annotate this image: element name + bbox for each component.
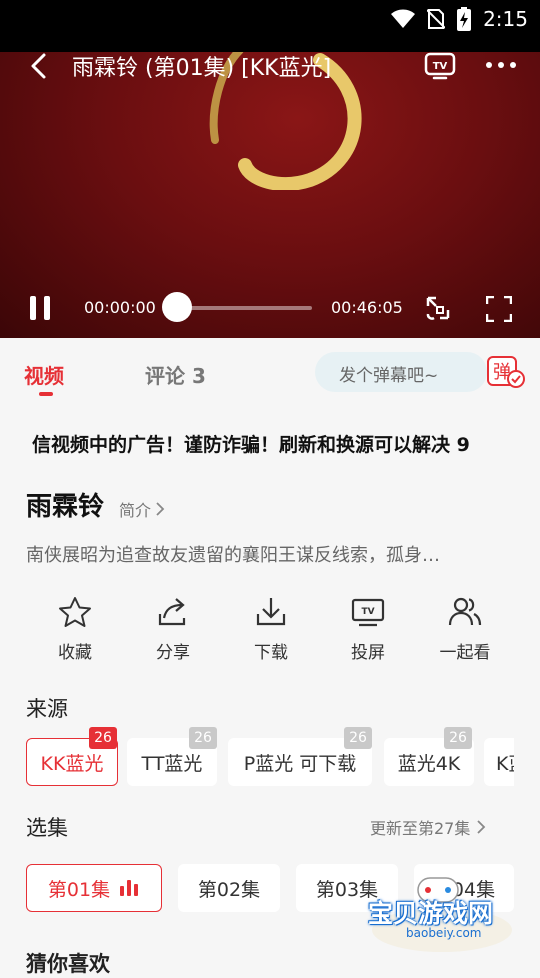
recommend-heading: 猜你喜欢 — [26, 952, 110, 976]
chevron-right-icon — [156, 502, 165, 516]
intro-label: 简介 — [119, 501, 152, 520]
current-time: 00:00:00 — [84, 298, 156, 317]
download-icon — [256, 598, 286, 626]
watch-together-button[interactable]: 一起看 — [420, 596, 510, 663]
action-bar: 收藏 分享 下载 TV 投屏 一起看 — [0, 596, 540, 666]
playing-indicator-icon — [120, 880, 140, 896]
content-tabs: 视频 评论 3 发个弹幕吧~ 弹 — [0, 338, 540, 408]
battery-charging-icon — [457, 7, 472, 31]
share-label: 分享 — [156, 643, 190, 663]
status-time: 2:15 — [483, 7, 528, 31]
tab-active-indicator — [39, 392, 53, 396]
progress-knob[interactable] — [162, 292, 192, 322]
download-button[interactable]: 下载 — [226, 596, 316, 663]
video-player[interactable]: 2:15 雨霖铃 (第01集) [KK蓝光] TV 00:00:00 00:46… — [0, 0, 540, 338]
progress-track[interactable] — [176, 306, 312, 310]
player-controls: 00:00:00 00:46:05 — [0, 286, 540, 330]
source-chip-k[interactable]: K蓝 — [484, 738, 514, 786]
pause-bar-left — [30, 296, 36, 320]
cast-label: 投屏 — [351, 643, 385, 663]
episode-chip[interactable]: 第02集 — [178, 864, 280, 912]
episode-chip[interactable]: 第01集 — [26, 864, 162, 912]
intro-link[interactable]: 简介 — [119, 497, 165, 521]
switch-source-icon[interactable] — [424, 294, 452, 322]
watermark-text: 宝贝游戏网 — [368, 899, 494, 928]
download-label: 下载 — [254, 643, 288, 663]
favorite-button[interactable]: 收藏 — [30, 596, 120, 663]
source-count-badge: 26 — [344, 727, 372, 749]
pause-button[interactable] — [28, 296, 54, 320]
more-options-icon[interactable] — [484, 60, 518, 70]
wifi-icon — [391, 9, 416, 28]
source-count-badge: 26 — [444, 727, 472, 749]
star-icon — [59, 597, 91, 627]
svg-text:TV: TV — [361, 607, 374, 617]
tab-comments[interactable]: 评论 3 — [145, 360, 206, 389]
show-title: 雨霖铃 — [26, 492, 105, 522]
source-name: 蓝光4K — [397, 752, 461, 775]
tab-video[interactable]: 视频 — [24, 360, 64, 389]
source-name: K蓝 — [496, 752, 514, 775]
share-button[interactable]: 分享 — [128, 596, 218, 663]
back-arrow-icon[interactable] — [26, 52, 52, 80]
watch-together-label: 一起看 — [439, 643, 491, 663]
notice-marquee: 信视频中的广告！谨防诈骗！刷新和换源可以解决 9 — [32, 434, 470, 456]
update-info-link[interactable]: 更新至第27集 — [370, 815, 486, 839]
fullscreen-icon[interactable] — [486, 296, 512, 322]
watermark-url: baobeiy.com — [406, 926, 482, 940]
svg-text:TV: TV — [433, 61, 448, 72]
total-duration: 00:46:05 — [331, 298, 403, 317]
episodes-heading: 选集 — [26, 816, 68, 840]
danmu-input[interactable]: 发个弹幕吧~ — [315, 352, 487, 392]
tv-cast-icon: TV — [351, 598, 385, 627]
source-count-badge: 26 — [189, 727, 217, 749]
favorite-label: 收藏 — [58, 643, 92, 663]
player-top-bar: 雨霖铃 (第01集) [KK蓝光] TV — [0, 40, 540, 92]
cast-tv-icon[interactable]: TV — [424, 52, 456, 80]
pause-bar-right — [44, 296, 50, 320]
source-name: P蓝光 可下载 — [243, 752, 357, 775]
danmu-toggle-icon[interactable]: 弹 — [486, 355, 526, 389]
users-icon — [448, 597, 482, 626]
source-name: KK蓝光 — [40, 752, 104, 775]
update-text: 更新至第27集 — [370, 819, 471, 838]
video-title: 雨霖铃 (第01集) [KK蓝光] — [72, 56, 332, 81]
no-sim-icon — [427, 9, 446, 29]
cast-button[interactable]: TV 投屏 — [323, 596, 413, 663]
share-icon — [158, 598, 186, 626]
danmu-placeholder: 发个弹幕吧~ — [339, 366, 439, 386]
episode-name: 第02集 — [197, 878, 261, 901]
source-count-badge: 26 — [89, 727, 117, 749]
sources-heading: 来源 — [26, 697, 68, 721]
episode-name: 第01集 — [47, 878, 111, 901]
show-description: 南侠展昭为追查故友遗留的襄阳王谋反线索，孤身… — [26, 545, 440, 566]
source-name: TT蓝光 — [141, 752, 203, 775]
chevron-right-icon — [477, 820, 486, 834]
watermark-logo: 宝贝游戏网 baobeiy.com — [362, 872, 522, 954]
